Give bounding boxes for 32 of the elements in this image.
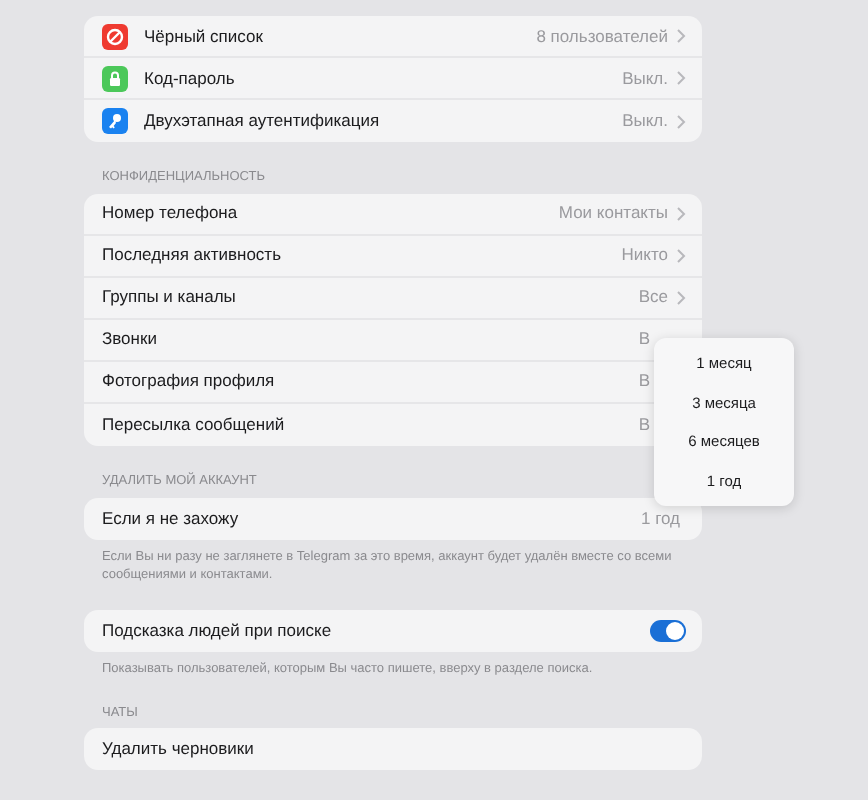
chevron-icon: [676, 247, 686, 264]
row-value: В: [638, 411, 650, 438]
row-label: Фотография профиля: [102, 368, 277, 395]
chevron-icon: [676, 70, 686, 86]
row-value: В: [638, 368, 650, 395]
chevron-icon: [676, 289, 686, 306]
row-value: В: [638, 326, 650, 353]
row-label: Звонки: [102, 326, 159, 353]
row-label: Последняя активность: [102, 242, 283, 269]
key-icon: [102, 108, 128, 134]
lock-icon: [102, 65, 128, 91]
chevron-icon: [676, 205, 686, 222]
row-label: Чёрный список: [144, 23, 265, 49]
row-label: Удалить черновики: [102, 736, 256, 763]
row-value: 8 пользователей: [536, 23, 668, 49]
row-value: 1 год: [640, 505, 680, 531]
row-value: Все: [638, 284, 668, 311]
row-value: Выкл.: [622, 65, 668, 91]
chevron-icon: [676, 28, 686, 44]
row-label: Пересылка сообщений: [102, 411, 287, 438]
row-label: Если я не захожу: [102, 505, 241, 531]
row-label: Номер телефона: [102, 200, 240, 227]
row-label: Подсказка людей при поиске: [102, 617, 334, 643]
toggle-switch[interactable]: [650, 619, 686, 641]
chevron-icon: [676, 113, 686, 129]
row-value: Выкл.: [622, 108, 668, 134]
row-label: Двухэтапная аутентификация: [144, 108, 382, 134]
block-icon: [102, 23, 128, 49]
row-value: Мои контакты: [558, 200, 668, 227]
row-label: Группы и каналы: [102, 284, 238, 311]
row-value: Никто: [621, 242, 668, 269]
row-label: Код-пароль: [144, 65, 237, 91]
